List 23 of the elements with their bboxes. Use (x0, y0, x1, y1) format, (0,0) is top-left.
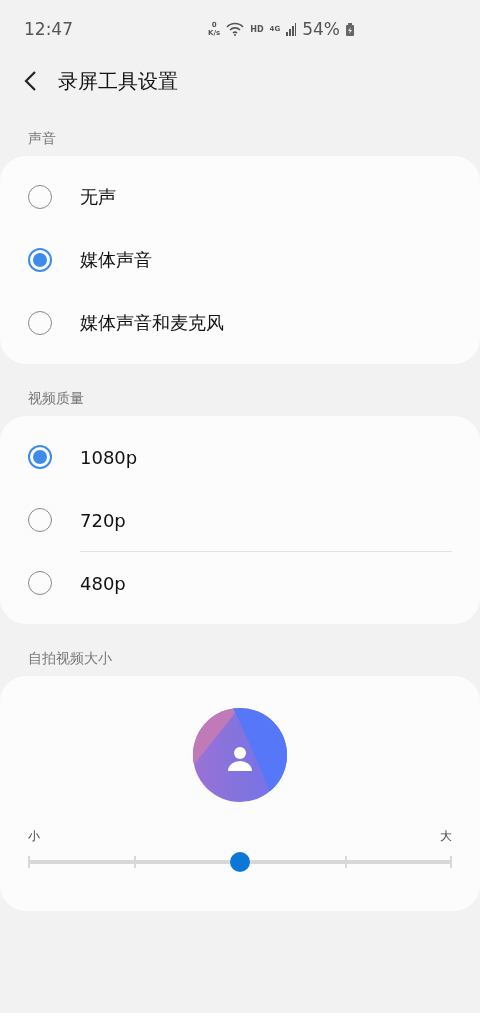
wifi-icon (226, 22, 245, 36)
section-label: 自拍视频大小 (27, 650, 113, 668)
option-label[interactable]: 1080p (80, 446, 138, 468)
battery-percent: 54% (302, 19, 340, 39)
slider-thumb[interactable] (230, 852, 250, 872)
min-label: 小 (28, 828, 40, 845)
hd-indicator: HD (250, 24, 264, 34)
back-icon[interactable] (24, 70, 38, 92)
section-label: 声音 (27, 130, 57, 148)
radio-button[interactable] (28, 248, 52, 272)
option-label[interactable]: 720p (80, 509, 126, 531)
option-label[interactable]: 无声 (80, 185, 116, 209)
option-label[interactable]: 媒体声音和麦克风 (80, 311, 224, 335)
radio-button[interactable] (28, 445, 52, 469)
battery-icon (346, 22, 354, 36)
max-label: 大 (440, 828, 452, 845)
section-label: 视频质量 (27, 390, 85, 408)
page-title: 录屏工具设置 (58, 67, 178, 95)
option-label[interactable]: 480p (80, 572, 126, 594)
option-label[interactable]: 媒体声音 (80, 248, 152, 272)
size-slider[interactable] (28, 851, 452, 871)
status-time: 12:47 (24, 19, 74, 39)
signal-icon (286, 22, 297, 36)
